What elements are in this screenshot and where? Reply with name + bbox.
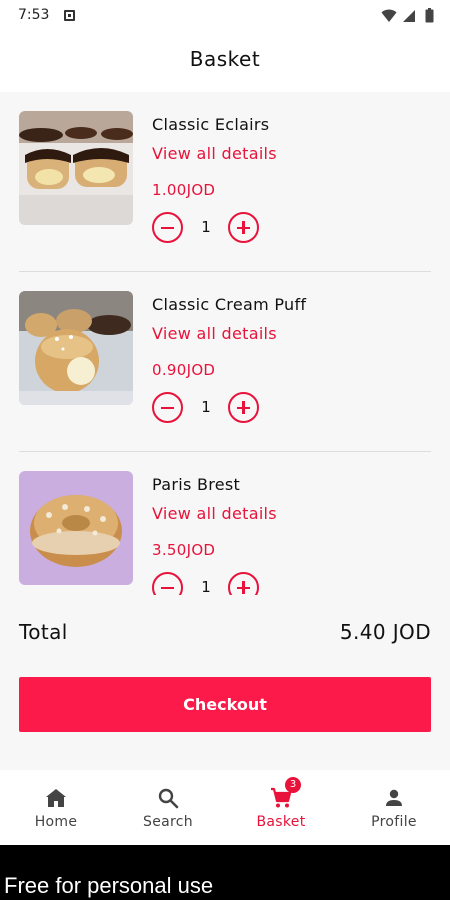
total-row: Total 5.40 JOD bbox=[0, 602, 450, 658]
person-icon bbox=[386, 789, 402, 806]
item-name: Paris Brest bbox=[152, 475, 241, 494]
item-price: 1.00JOD bbox=[152, 181, 216, 199]
total-label: Total bbox=[19, 620, 68, 644]
bottom-nav: Home Search 3 Basket Profile bbox=[0, 770, 450, 845]
checkout-button[interactable]: Checkout bbox=[19, 677, 431, 732]
view-details-link[interactable]: View all details bbox=[152, 324, 277, 343]
product-image-cream-puff bbox=[19, 291, 133, 405]
product-image-paris-brest bbox=[19, 471, 133, 585]
search-icon bbox=[158, 788, 179, 809]
notification-icon bbox=[64, 10, 75, 21]
nav-item-profile[interactable]: Profile bbox=[338, 770, 450, 845]
cart-count-badge: 3 bbox=[285, 777, 301, 793]
battery-icon bbox=[425, 8, 434, 23]
quantity-stepper: 1 bbox=[152, 392, 272, 424]
decrease-quantity-button[interactable] bbox=[152, 212, 183, 243]
quantity-stepper: 1 bbox=[152, 572, 272, 595]
increase-quantity-button[interactable] bbox=[228, 212, 259, 243]
increase-quantity-button[interactable] bbox=[228, 392, 259, 423]
nav-item-search[interactable]: Search bbox=[112, 770, 224, 845]
basket-item-paris-brest: Paris Brest View all details 3.50JOD 1 bbox=[0, 452, 450, 595]
quantity-value: 1 bbox=[201, 578, 211, 595]
view-details-link[interactable]: View all details bbox=[152, 144, 277, 163]
quantity-value: 1 bbox=[201, 218, 211, 236]
nav-item-basket[interactable]: 3 Basket bbox=[225, 770, 337, 845]
product-image-eclairs bbox=[19, 111, 133, 225]
nav-label: Basket bbox=[256, 814, 306, 830]
total-value: 5.40 JOD bbox=[339, 620, 431, 644]
quantity-value: 1 bbox=[201, 398, 211, 416]
nav-label: Home bbox=[34, 814, 78, 830]
basket-list[interactable]: Classic Eclairs View all details 1.00JOD… bbox=[0, 92, 450, 595]
app-header: Basket bbox=[0, 32, 450, 92]
nav-label: Search bbox=[143, 814, 193, 830]
item-price: 3.50JOD bbox=[152, 541, 216, 559]
nav-item-home[interactable]: Home bbox=[0, 770, 112, 845]
watermark-text: Free for personal use bbox=[4, 873, 214, 898]
increase-quantity-button[interactable] bbox=[228, 572, 259, 595]
footer-bar: Free for personal use bbox=[0, 845, 450, 900]
item-name: Classic Cream Puff bbox=[152, 295, 307, 314]
decrease-quantity-button[interactable] bbox=[152, 392, 183, 423]
basket-item-cream-puff: Classic Cream Puff View all details 0.90… bbox=[0, 272, 450, 452]
item-price: 0.90JOD bbox=[152, 361, 216, 379]
decrease-quantity-button[interactable] bbox=[152, 572, 183, 595]
nav-label: Profile bbox=[371, 814, 417, 830]
wifi-icon bbox=[381, 9, 397, 22]
item-name: Classic Eclairs bbox=[152, 115, 270, 134]
status-bar: 7:53 bbox=[0, 0, 450, 32]
page-title: Basket bbox=[189, 47, 261, 71]
quantity-stepper: 1 bbox=[152, 212, 272, 244]
view-details-link[interactable]: View all details bbox=[152, 504, 277, 523]
status-time: 7:53 bbox=[18, 7, 50, 23]
signal-icon bbox=[403, 10, 415, 22]
basket-item-eclairs: Classic Eclairs View all details 1.00JOD… bbox=[0, 92, 450, 272]
home-icon bbox=[46, 789, 66, 807]
